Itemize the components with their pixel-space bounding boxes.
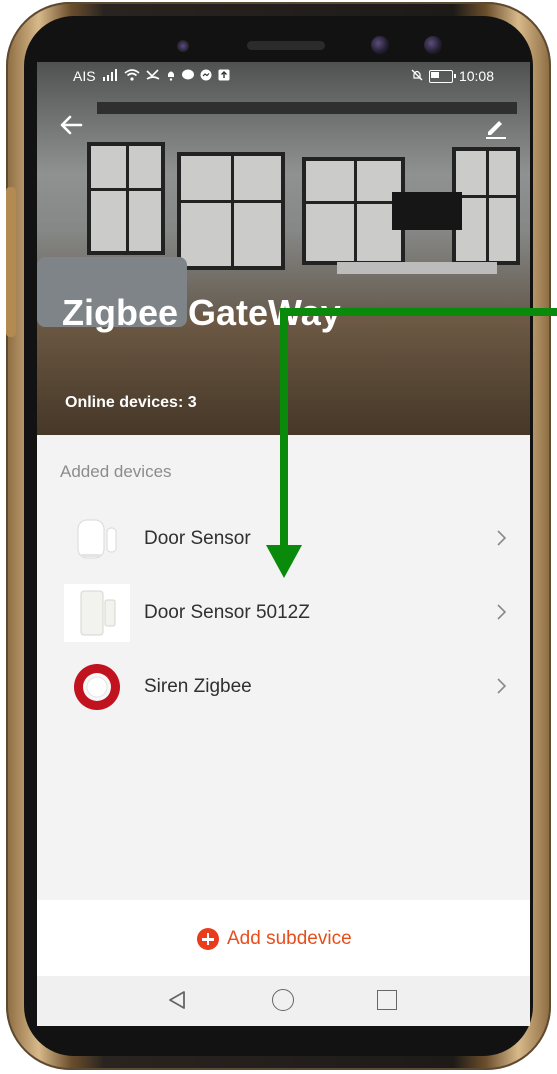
device-name: Door Sensor bbox=[144, 528, 251, 549]
chevron-right-icon bbox=[495, 526, 509, 550]
missed-call-icon bbox=[146, 68, 160, 84]
chevron-right-icon bbox=[495, 674, 509, 698]
carrier-label: AIS bbox=[73, 68, 96, 84]
front-camera bbox=[371, 36, 389, 54]
upload-icon bbox=[218, 68, 230, 84]
back-arrow-icon[interactable] bbox=[59, 112, 85, 138]
online-devices-count: Online devices: 3 bbox=[65, 394, 197, 411]
side-button bbox=[6, 187, 16, 337]
header-background-image bbox=[37, 62, 530, 435]
nav-recents-icon[interactable] bbox=[377, 990, 397, 1010]
notification-bell-icon bbox=[166, 68, 176, 84]
chevron-right-icon bbox=[495, 600, 509, 624]
device-row-door-sensor-5012z[interactable]: Door Sensor 5012Z bbox=[37, 578, 530, 648]
device-row-siren-zigbee[interactable]: Siren Zigbee bbox=[37, 652, 530, 722]
messenger-icon bbox=[200, 68, 212, 84]
wifi-icon bbox=[124, 68, 140, 84]
signal-icon bbox=[102, 68, 118, 84]
clock-label: 10:08 bbox=[458, 68, 494, 84]
front-camera-secondary bbox=[424, 36, 442, 54]
battery-icon bbox=[428, 69, 456, 83]
add-subdevice-label: Add subdevice bbox=[227, 928, 352, 949]
app-screen: AIS 10:08 Zigbee GateWay Online devices:… bbox=[37, 62, 530, 1026]
nav-back-icon[interactable] bbox=[167, 990, 187, 1015]
add-circle-icon bbox=[197, 928, 219, 950]
bottom-action-bar: Add subdevice bbox=[37, 900, 530, 976]
device-name: Door Sensor 5012Z bbox=[144, 602, 310, 623]
door-sensor-icon bbox=[64, 584, 130, 642]
add-subdevice-button[interactable]: Add subdevice bbox=[197, 928, 352, 950]
nav-home-icon[interactable] bbox=[272, 989, 294, 1011]
line-app-icon bbox=[181, 68, 194, 84]
device-row-door-sensor[interactable]: Door Sensor bbox=[37, 504, 530, 574]
earpiece bbox=[247, 41, 325, 50]
edit-pencil-icon[interactable] bbox=[483, 114, 509, 140]
section-label-added-devices: Added devices bbox=[60, 462, 172, 481]
android-nav-bar bbox=[37, 976, 530, 1026]
device-name: Siren Zigbee bbox=[144, 676, 252, 697]
page-title: Zigbee GateWay bbox=[62, 292, 341, 333]
mute-bell-icon bbox=[411, 68, 423, 84]
door-sensor-icon bbox=[64, 510, 130, 568]
siren-icon bbox=[64, 658, 130, 716]
image-overlay bbox=[37, 62, 530, 435]
front-sensor bbox=[177, 40, 189, 52]
status-bar: AIS 10:08 bbox=[37, 62, 530, 92]
